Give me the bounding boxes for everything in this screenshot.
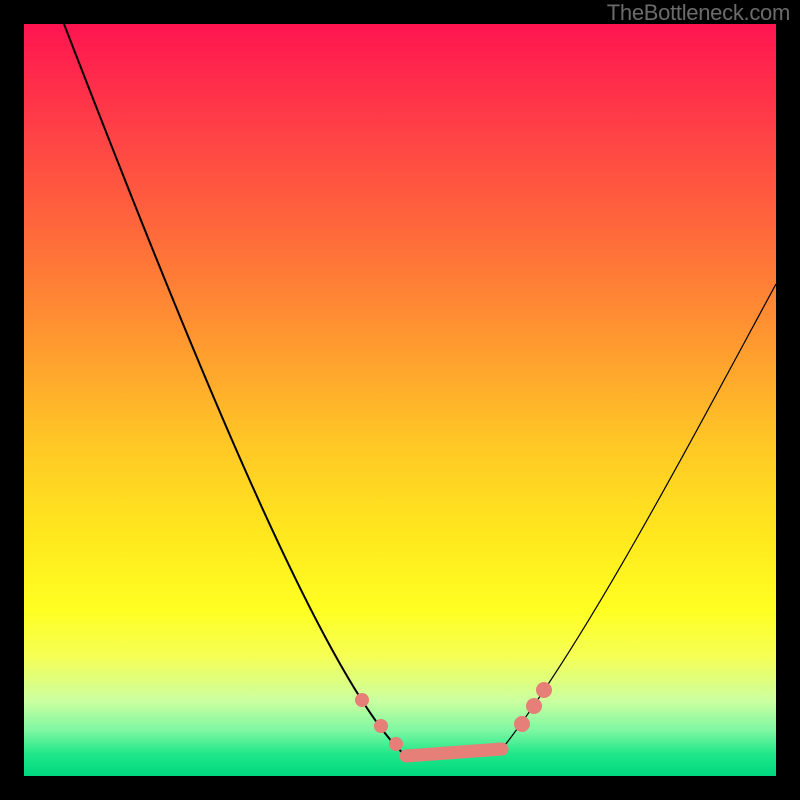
right-marker-2 xyxy=(526,698,542,714)
left-marker-1 xyxy=(355,693,369,707)
watermark-text: TheBottleneck.com xyxy=(607,0,790,26)
bottom-flat xyxy=(406,749,502,756)
right-marker-3 xyxy=(536,682,552,698)
right-marker-1 xyxy=(514,716,530,732)
chart-frame: TheBottleneck.com xyxy=(0,0,800,800)
plot-area xyxy=(24,24,776,776)
right-curve xyxy=(502,284,776,749)
curve-layer xyxy=(24,24,776,776)
left-marker-3 xyxy=(389,737,403,751)
left-marker-2 xyxy=(374,719,388,733)
left-curve xyxy=(64,24,406,756)
markers xyxy=(355,682,552,751)
